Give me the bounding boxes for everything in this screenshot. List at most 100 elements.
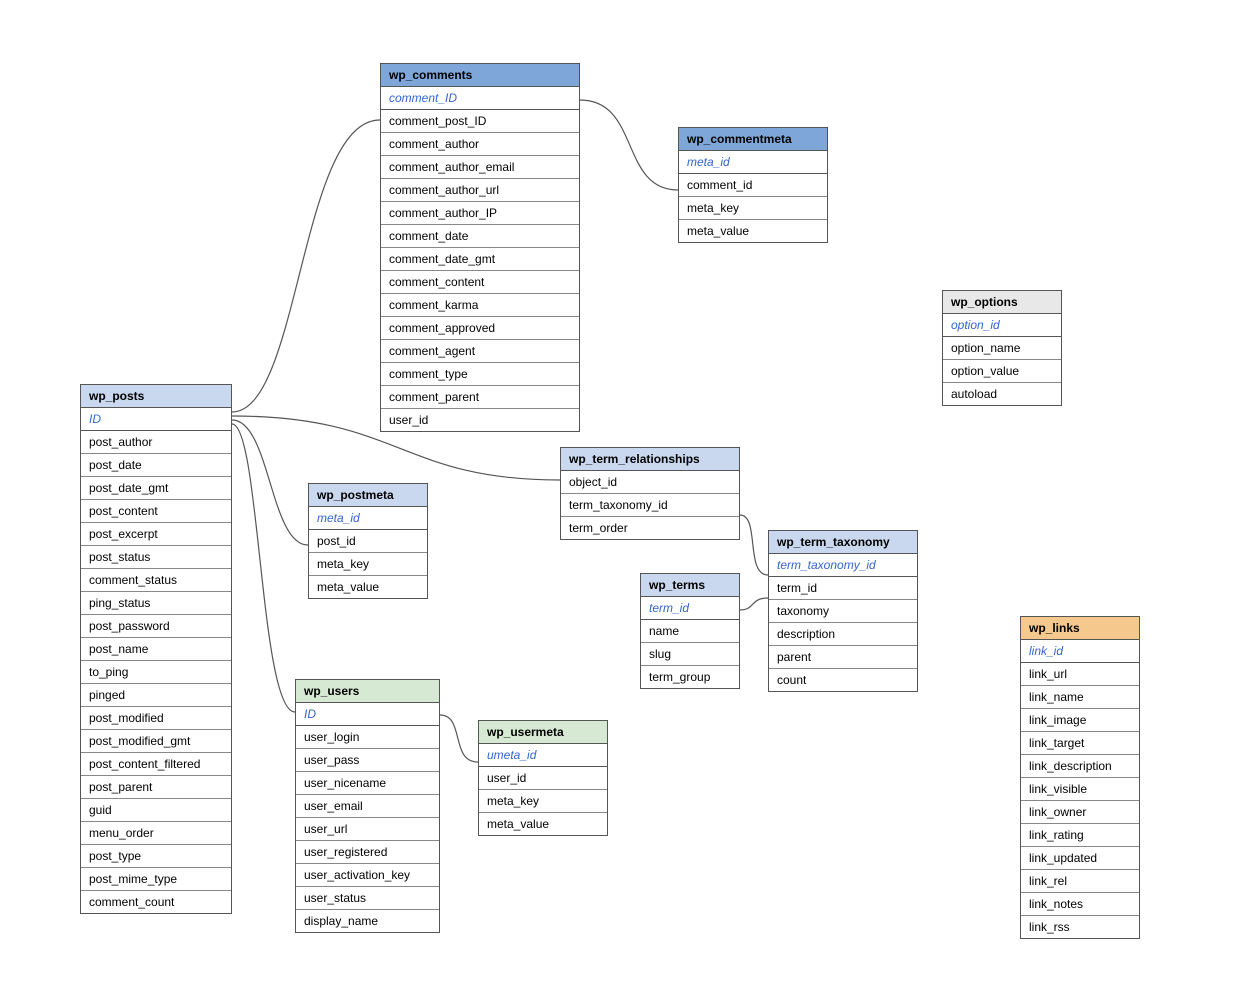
table-field: post_type xyxy=(81,845,231,868)
table-field: user_id xyxy=(479,767,607,790)
table-field: comment_post_ID xyxy=(381,110,579,133)
table-header: wp_postmeta xyxy=(309,484,427,507)
table-field: comment_type xyxy=(381,363,579,386)
table-header: wp_terms xyxy=(641,574,739,597)
table-field: count xyxy=(769,669,917,691)
table-field: option_name xyxy=(943,337,1061,360)
table-field: meta_key xyxy=(309,553,427,576)
table-field: user_login xyxy=(296,726,439,749)
table-field: comment_date xyxy=(381,225,579,248)
table-pk: comment_ID xyxy=(381,87,579,110)
table-field: post_modified xyxy=(81,707,231,730)
table-field: comment_karma xyxy=(381,294,579,317)
table-pk: term_taxonomy_id xyxy=(769,554,917,577)
table-field: menu_order xyxy=(81,822,231,845)
table-field: comment_author xyxy=(381,133,579,156)
table-wp-posts: wp_posts ID post_author post_date post_d… xyxy=(80,384,232,914)
table-wp-links: wp_links link_id link_url link_name link… xyxy=(1020,616,1140,939)
table-header: wp_posts xyxy=(81,385,231,408)
table-field: user_pass xyxy=(296,749,439,772)
table-field: pinged xyxy=(81,684,231,707)
table-field: user_registered xyxy=(296,841,439,864)
table-wp-term-relationships: wp_term_relationships object_id term_tax… xyxy=(560,447,740,540)
table-field: post_date_gmt xyxy=(81,477,231,500)
table-wp-users: wp_users ID user_login user_pass user_ni… xyxy=(295,679,440,933)
table-field: name xyxy=(641,620,739,643)
table-field: meta_key xyxy=(479,790,607,813)
table-field: taxonomy xyxy=(769,600,917,623)
table-header: wp_users xyxy=(296,680,439,703)
table-wp-usermeta: wp_usermeta umeta_id user_id meta_key me… xyxy=(478,720,608,836)
table-wp-terms: wp_terms term_id name slug term_group xyxy=(640,573,740,689)
table-pk: option_id xyxy=(943,314,1061,337)
table-pk: term_id xyxy=(641,597,739,620)
table-field: post_author xyxy=(81,431,231,454)
table-field: comment_status xyxy=(81,569,231,592)
table-header: wp_term_relationships xyxy=(561,448,739,471)
table-header: wp_term_taxonomy xyxy=(769,531,917,554)
table-field: option_value xyxy=(943,360,1061,383)
table-field: link_visible xyxy=(1021,778,1139,801)
table-field: link_description xyxy=(1021,755,1139,778)
table-field: post_modified_gmt xyxy=(81,730,231,753)
table-wp-commentmeta: wp_commentmeta meta_id comment_id meta_k… xyxy=(678,127,828,243)
table-field: meta_value xyxy=(309,576,427,598)
table-pk: umeta_id xyxy=(479,744,607,767)
table-field: link_updated xyxy=(1021,847,1139,870)
table-field: user_id xyxy=(381,409,579,431)
table-field: link_rss xyxy=(1021,916,1139,938)
table-field: link_rel xyxy=(1021,870,1139,893)
table-field: term_id xyxy=(769,577,917,600)
table-field: post_password xyxy=(81,615,231,638)
table-field: term_taxonomy_id xyxy=(561,494,739,517)
table-field: post_content xyxy=(81,500,231,523)
table-field: comment_approved xyxy=(381,317,579,340)
table-field: autoload xyxy=(943,383,1061,405)
table-field: comment_parent xyxy=(381,386,579,409)
table-field: user_activation_key xyxy=(296,864,439,887)
table-field: post_date xyxy=(81,454,231,477)
table-field: comment_count xyxy=(81,891,231,913)
table-field: user_status xyxy=(296,887,439,910)
table-field: meta_value xyxy=(479,813,607,835)
table-field: post_parent xyxy=(81,776,231,799)
table-header: wp_comments xyxy=(381,64,579,87)
table-field: comment_author_email xyxy=(381,156,579,179)
table-field: slug xyxy=(641,643,739,666)
table-field: meta_value xyxy=(679,220,827,242)
table-field: comment_date_gmt xyxy=(381,248,579,271)
table-field: ping_status xyxy=(81,592,231,615)
table-field: comment_author_url xyxy=(381,179,579,202)
table-field: post_id xyxy=(309,530,427,553)
table-field: comment_agent xyxy=(381,340,579,363)
table-field: link_image xyxy=(1021,709,1139,732)
table-field: link_target xyxy=(1021,732,1139,755)
table-wp-options: wp_options option_id option_name option_… xyxy=(942,290,1062,406)
table-field: meta_key xyxy=(679,197,827,220)
table-field: guid xyxy=(81,799,231,822)
table-field: link_rating xyxy=(1021,824,1139,847)
table-field: user_nicename xyxy=(296,772,439,795)
table-wp-comments: wp_comments comment_ID comment_post_ID c… xyxy=(380,63,580,432)
table-field: user_email xyxy=(296,795,439,818)
table-field: parent xyxy=(769,646,917,669)
table-field: post_name xyxy=(81,638,231,661)
table-pk: meta_id xyxy=(309,507,427,530)
table-field: comment_content xyxy=(381,271,579,294)
table-field: link_name xyxy=(1021,686,1139,709)
table-field: post_content_filtered xyxy=(81,753,231,776)
table-header: wp_commentmeta xyxy=(679,128,827,151)
table-field: term_group xyxy=(641,666,739,688)
table-header: wp_links xyxy=(1021,617,1139,640)
table-header: wp_usermeta xyxy=(479,721,607,744)
table-field: link_owner xyxy=(1021,801,1139,824)
table-header: wp_options xyxy=(943,291,1061,314)
table-field: term_order xyxy=(561,517,739,539)
table-pk: link_id xyxy=(1021,640,1139,663)
table-pk: ID xyxy=(296,703,439,726)
table-field: object_id xyxy=(561,471,739,494)
table-field: description xyxy=(769,623,917,646)
table-field: post_excerpt xyxy=(81,523,231,546)
table-field: display_name xyxy=(296,910,439,932)
table-wp-term-taxonomy: wp_term_taxonomy term_taxonomy_id term_i… xyxy=(768,530,918,692)
